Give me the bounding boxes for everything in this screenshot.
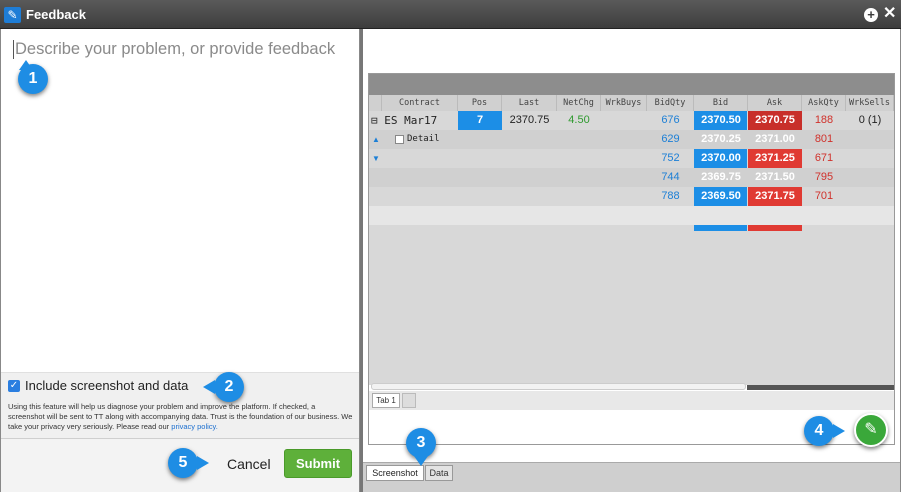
cancel-button[interactable]: Cancel (227, 456, 271, 472)
ask-qty: 801 (814, 133, 834, 145)
pencil-icon: ✎ (4, 7, 21, 23)
grid-header-bidqty: BidQty (647, 95, 694, 111)
net-change: 4.50 (568, 114, 590, 126)
bid-qty: 744 (661, 171, 680, 183)
tab-add[interactable] (402, 393, 416, 408)
callout-2: 2 (214, 372, 244, 402)
bid-price: 2370.50 (701, 114, 741, 126)
contract-name: ⊟ ES Mar17 (371, 114, 438, 127)
grid-row[interactable]: ▲ Detail 629 2370.25 2371.00 801 (369, 130, 894, 149)
detail-label: Detail (407, 134, 440, 144)
ask-price: 2371.00 (755, 133, 795, 145)
position-cell: 7 (458, 111, 502, 130)
tab-1[interactable]: Tab 1 (372, 393, 400, 408)
horizontal-scrollbar[interactable] (371, 383, 746, 390)
callout-5: 5 (168, 448, 198, 478)
ask-qty: 795 (814, 171, 834, 183)
preview-header (369, 74, 894, 95)
market-grid: Contract Pos Last NetChg WrkBuys BidQty … (369, 95, 894, 410)
window-title: Feedback (26, 7, 86, 22)
grid-header-wrksells: WrkSells (846, 95, 894, 111)
scrollbar-track[interactable] (747, 385, 894, 390)
edit-pencil-button[interactable]: ✎ (854, 413, 888, 447)
screenshot-preview: Contract Pos Last NetChg WrkBuys BidQty … (368, 73, 895, 445)
working-sells: 0 (1) (858, 114, 882, 126)
add-icon[interactable]: + (864, 8, 878, 22)
grid-row[interactable]: ⊟ ES Mar17 7 2370.75 4.50 676 2370.50 23… (369, 111, 894, 130)
ask-price: 2371.75 (755, 190, 795, 202)
grid-header-bid: Bid (694, 95, 748, 111)
grid-row-empty (369, 206, 894, 225)
grid-row[interactable]: 788 2369.50 2371.75 701 (369, 187, 894, 206)
callout-3-tail (414, 456, 428, 466)
callout-3: 3 (406, 428, 436, 458)
grid-header-askqty: AskQty (802, 95, 846, 111)
ask-qty: 671 (814, 152, 834, 164)
bid-qty: 752 (661, 152, 680, 164)
tab-screenshot[interactable]: Screenshot (366, 465, 424, 481)
ask-price: 2371.50 (755, 171, 795, 183)
callout-4-tail (833, 424, 845, 438)
submit-button[interactable]: Submit (284, 449, 352, 478)
privacy-policy-link[interactable]: privacy policy. (171, 422, 218, 431)
ask-qty: 701 (814, 190, 834, 202)
grid-header-pos: Pos (458, 95, 502, 111)
ask-price: 2371.25 (755, 152, 795, 164)
feedback-textarea[interactable]: Describe your problem, or provide feedba… (13, 40, 353, 59)
last-price: 2370.75 (509, 114, 550, 126)
detail-checkbox[interactable] (395, 135, 404, 144)
caret-down-icon[interactable]: ▼ (371, 149, 381, 168)
bid-price: 2370.00 (701, 152, 741, 164)
grid-header-expand (369, 95, 382, 111)
tab-data[interactable]: Data (425, 465, 453, 481)
bid-qty: 676 (661, 114, 680, 126)
title-bar: ✎ Feedback + ✕ (0, 0, 901, 29)
feedback-panel: Describe your problem, or provide feedba… (0, 29, 360, 492)
callout-5-tail (197, 456, 209, 470)
grid-header-last: Last (502, 95, 557, 111)
ask-price: 2370.75 (748, 111, 802, 130)
grid-row[interactable]: 744 2369.75 2371.50 795 (369, 168, 894, 187)
grid-row[interactable]: ▼ 752 2370.00 2371.25 671 (369, 149, 894, 168)
bid-price: 2370.25 (701, 133, 741, 145)
callout-1-tail (19, 60, 33, 70)
include-label: Include screenshot and data (25, 378, 189, 393)
grid-header-contract: Contract (382, 95, 458, 111)
bid-qty: 629 (661, 133, 680, 145)
include-checkbox[interactable]: ✓ (8, 380, 20, 392)
close-icon[interactable]: ✕ (883, 5, 896, 23)
grid-tab-bar: Tab 1 (369, 391, 894, 410)
caret-up-icon[interactable]: ▲ (371, 130, 381, 149)
bid-price: 2369.75 (701, 171, 741, 183)
include-section: ✓ Include screenshot and data Using this… (1, 372, 359, 438)
grid-header-netchg: NetChg (557, 95, 601, 111)
callout-4: 4 (804, 416, 834, 446)
grid-header-wrkbuys: WrkBuys (601, 95, 647, 111)
bid-qty: 788 (661, 190, 680, 202)
callout-2-tail (203, 380, 215, 394)
bid-price: 2369.50 (701, 190, 741, 202)
ask-qty: 188 (814, 114, 834, 126)
grid-header-ask: Ask (748, 95, 802, 111)
preview-tab-bar: Screenshot Data (363, 462, 900, 492)
include-description: Using this feature will help us diagnose… (8, 402, 353, 432)
